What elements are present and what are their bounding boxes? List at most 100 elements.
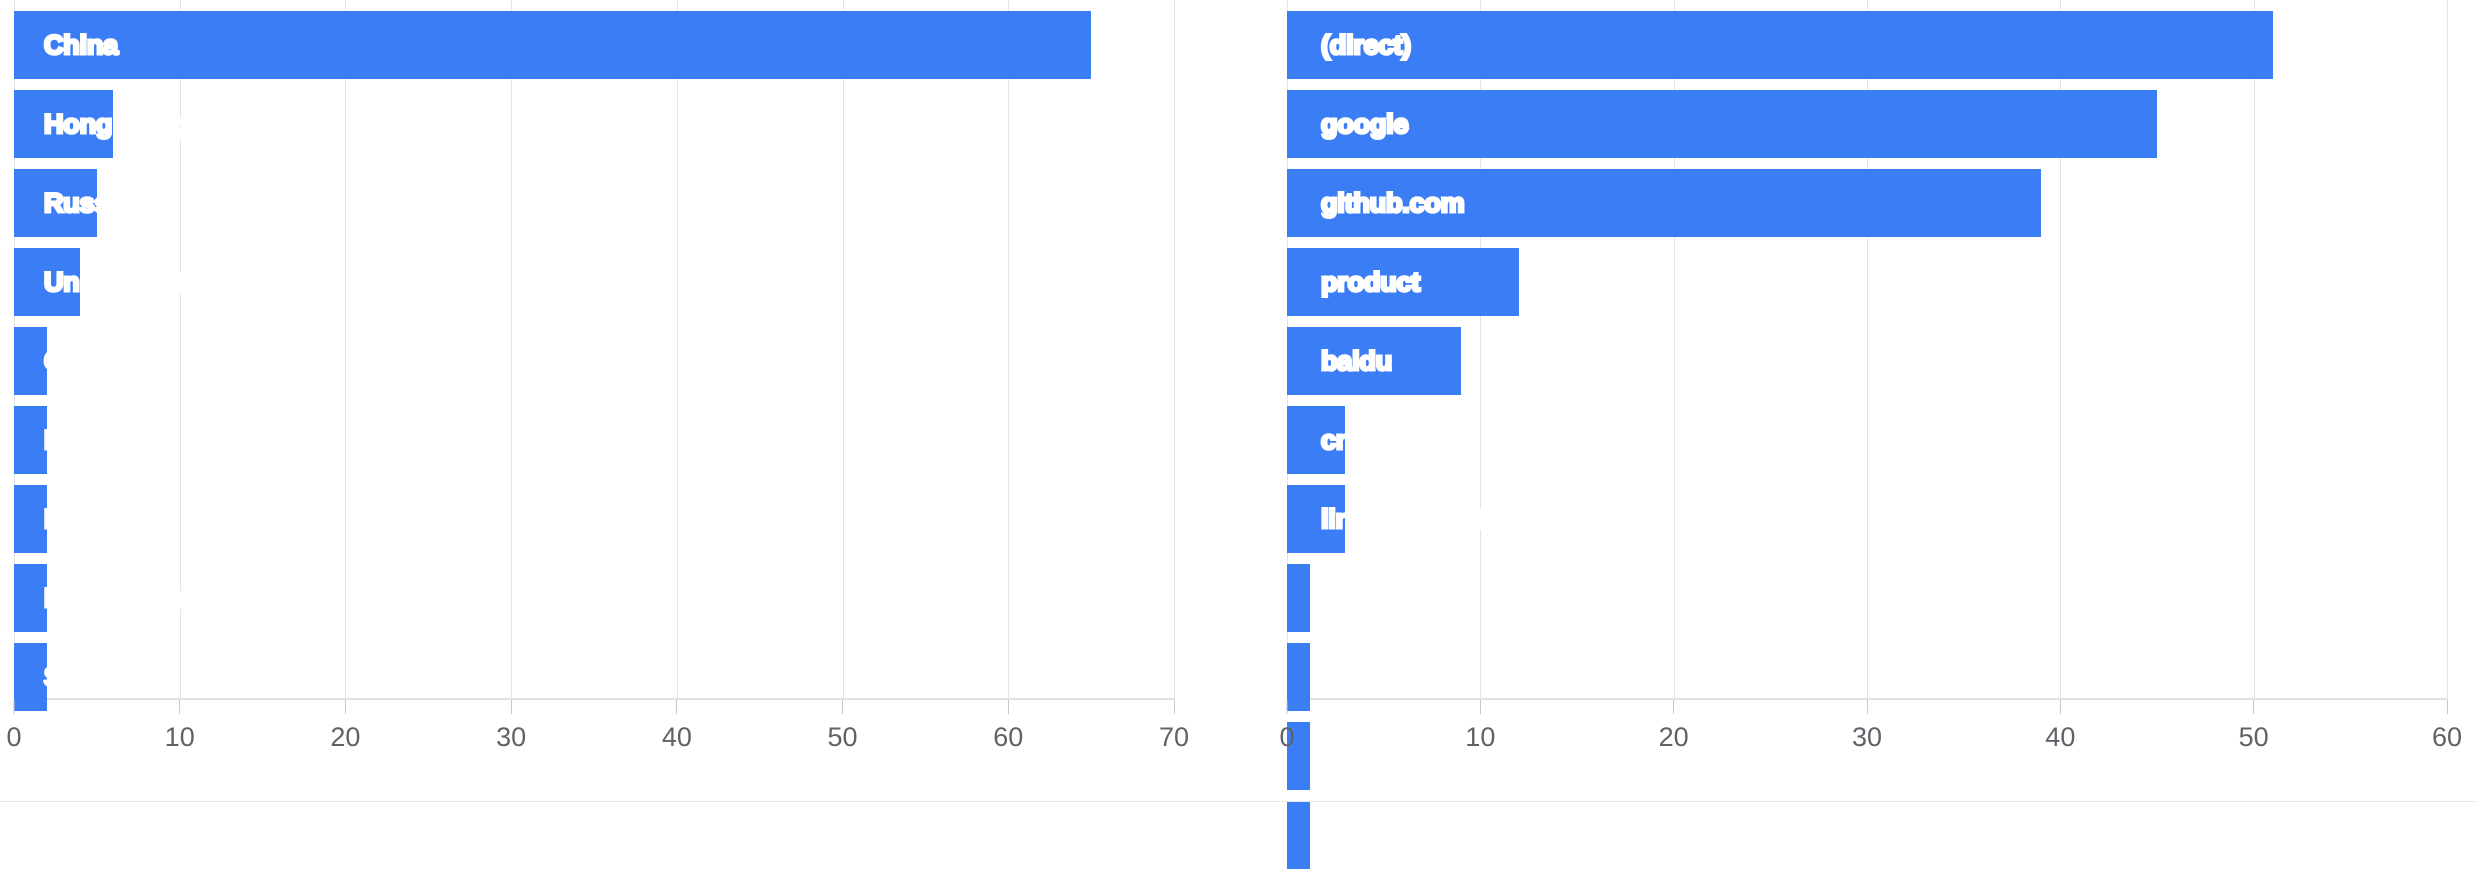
bar-row[interactable]: Others xyxy=(1287,801,2447,869)
tick-label: 40 xyxy=(661,722,692,752)
bar-category-label: google xyxy=(1319,108,1410,141)
bar-fill[interactable] xyxy=(14,11,1092,79)
bar-row[interactable]: cn.bing.com xyxy=(1287,406,2447,474)
tick-label: 60 xyxy=(2431,722,2463,752)
bar-row[interactable]: link.csdn.net xyxy=(1287,485,2447,553)
tick-mark xyxy=(510,700,512,714)
bar-category-label: United States xyxy=(43,266,216,299)
tick-mark xyxy=(2059,700,2061,714)
tick-mark xyxy=(1866,700,1868,714)
bar-category-label: link.csdn.net xyxy=(1319,503,1485,536)
tick-mark xyxy=(179,700,181,714)
tick-label: 40 xyxy=(2045,722,2076,752)
bar-row[interactable]: baidu xyxy=(1287,327,2447,395)
bar-row[interactable]: Russia xyxy=(14,169,1174,237)
bar-category-label: cxy521.com xyxy=(1319,582,1473,615)
tick-mark xyxy=(676,700,678,714)
x-axis-tick: 10 xyxy=(1465,700,1495,753)
x-axis-tick: 70 xyxy=(1159,700,1189,753)
bar-fill[interactable] xyxy=(14,564,48,632)
tick-label: 60 xyxy=(993,722,1024,752)
x-axis-tick: 0 xyxy=(6,700,22,753)
tick-mark xyxy=(842,700,844,714)
bar-category-label: Indonesia xyxy=(42,424,169,457)
x-axis-tick: 30 xyxy=(496,700,526,753)
tick-label: 10 xyxy=(1465,722,1496,752)
bar-fill[interactable] xyxy=(1287,564,1311,632)
bar-row[interactable]: Indonesia xyxy=(14,406,1174,474)
tick-mark xyxy=(2253,700,2255,714)
bar-category-label: Philippines xyxy=(43,582,188,615)
bar-category-label: Lebanon xyxy=(42,503,156,536)
x-axis-tick: 20 xyxy=(330,700,360,753)
gridline xyxy=(1174,0,1175,700)
x-axis-tick: 40 xyxy=(2045,700,2075,753)
footer-divider xyxy=(0,801,2476,802)
bar-row[interactable]: product xyxy=(1287,248,2447,316)
x-axis-tick: 0 xyxy=(1279,700,1295,753)
bar-row[interactable]: Germany xyxy=(14,327,1174,395)
bar-category-label: github.com xyxy=(1319,187,1466,220)
bar-category-label: Hong Kong xyxy=(43,108,190,141)
bar-fill[interactable] xyxy=(1287,90,2157,158)
bar-category-label: baidu xyxy=(1320,345,1394,378)
tick-mark xyxy=(13,700,15,714)
bar-row[interactable]: google xyxy=(1287,90,2447,158)
bar-row[interactable]: Hong Kong xyxy=(14,90,1174,158)
gridline xyxy=(2447,0,2448,700)
x-axis-tick: 60 xyxy=(993,700,1023,753)
bar-row[interactable]: United States xyxy=(14,248,1174,316)
chart-panels: China Hong Kong Russia United States Germany… xyxy=(0,0,2476,869)
x-axis-tick: 10 xyxy=(165,700,195,753)
bar-row[interactable]: github.com xyxy=(1287,169,2447,237)
tick-mark xyxy=(1286,700,1288,714)
bar-category-label: Others xyxy=(1320,819,1409,852)
bar-fill[interactable] xyxy=(1287,801,1311,869)
referrers-chart-panel: (direct) google github.com product baidu cn.b… xyxy=(1240,0,2476,869)
bar-row[interactable]: China xyxy=(14,11,1174,79)
bar-fill[interactable] xyxy=(14,406,48,474)
x-axis-tick: 50 xyxy=(2239,700,2269,753)
x-axis-tick: 50 xyxy=(828,700,858,753)
bar-row[interactable]: (direct) xyxy=(1287,11,2447,79)
tick-label: 20 xyxy=(1658,722,1689,752)
tick-mark xyxy=(344,700,346,714)
dual-bar-chart-dashboard: China Hong Kong Russia United States Germany… xyxy=(0,0,2476,869)
x-axis-tick: 60 xyxy=(2432,700,2462,753)
referrers-plot-area: (direct) google github.com product baidu cn.b… xyxy=(1287,0,2448,869)
bar-row[interactable]: Philippines xyxy=(14,564,1174,632)
bar-category-label: product xyxy=(1319,266,1421,299)
bar-category-label: Russia xyxy=(42,187,133,220)
x-axis-tick: 40 xyxy=(662,700,692,753)
tick-label: 50 xyxy=(2238,722,2269,752)
tick-label: 10 xyxy=(164,722,195,752)
bar-fill[interactable] xyxy=(14,327,48,395)
bar-row[interactable]: cxy521.com xyxy=(1287,564,2447,632)
bar-fill[interactable] xyxy=(1287,11,2273,79)
countries-bars: China Hong Kong Russia United States Germany… xyxy=(14,11,1174,711)
countries-x-axis: 0 10 20 30 40 50 60 70 xyxy=(6,700,1189,762)
bar-row[interactable]: Lebanon xyxy=(14,485,1174,553)
x-axis-tick: 20 xyxy=(1659,700,1689,753)
tick-label: 20 xyxy=(330,722,361,752)
bar-category-label: cn.bing.com xyxy=(1320,424,1480,457)
bar-fill[interactable] xyxy=(14,485,48,553)
tick-label: 30 xyxy=(1851,722,1883,752)
referrers-bars: (direct) google github.com product baidu cn.b… xyxy=(1287,11,2447,869)
bar-category-label: China xyxy=(42,29,119,62)
tick-label: 0 xyxy=(1279,722,1295,752)
referrers-x-axis: 0 10 20 30 40 50 60 xyxy=(1279,700,2462,762)
countries-plot-area: China Hong Kong Russia United States Germany… xyxy=(14,0,1175,711)
tick-mark xyxy=(1479,700,1481,714)
bar-category-label: Germany xyxy=(43,345,162,378)
tick-mark xyxy=(2446,700,2448,714)
bar-category-label: (direct) xyxy=(1320,29,1413,62)
countries-chart-panel: China Hong Kong Russia United States Germany… xyxy=(0,0,1240,762)
tick-mark xyxy=(1173,700,1175,714)
tick-label: 0 xyxy=(6,722,22,752)
tick-label: 30 xyxy=(496,722,527,752)
tick-mark xyxy=(1673,700,1675,714)
tick-label: 50 xyxy=(827,722,858,752)
x-axis-tick: 30 xyxy=(1852,700,1882,753)
tick-mark xyxy=(1007,700,1009,714)
